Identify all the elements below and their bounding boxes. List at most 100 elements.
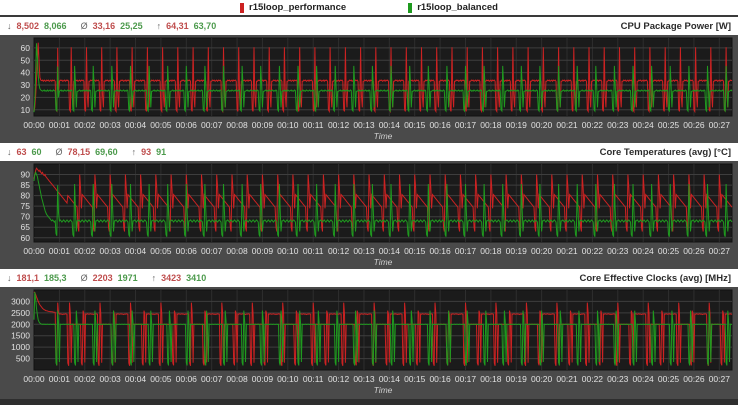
svg-text:10: 10	[21, 105, 31, 115]
svg-text:00:27: 00:27	[709, 246, 731, 256]
svg-text:85: 85	[21, 180, 31, 190]
avg-balanced-value: 25,25	[120, 21, 143, 31]
plot-area	[33, 37, 733, 117]
svg-text:00:07: 00:07	[201, 246, 223, 256]
svg-text:00:25: 00:25	[658, 374, 680, 384]
svg-text:65: 65	[21, 222, 31, 232]
stats-row-cpu-power: ↓ 8,502 8,066 Ø 33,16 25,25 ↑ 64,31 63,7…	[0, 17, 738, 35]
cpu-package-power-chart: 10203040506000:00 00:01 00:02 00:03 00:04 00:…	[21, 37, 733, 141]
min-performance-value: 8,502	[16, 21, 40, 31]
svg-text:1000: 1000	[11, 342, 30, 352]
svg-text:00:17: 00:17	[455, 374, 477, 384]
balanced-series-marker	[408, 2, 413, 13]
svg-text:00:25: 00:25	[658, 120, 680, 130]
x-axis-label: Time	[374, 385, 393, 395]
min-performance-value: 63	[16, 147, 27, 157]
svg-text:00:04: 00:04	[125, 246, 147, 256]
svg-text:00:02: 00:02	[74, 374, 96, 384]
svg-text:00:24: 00:24	[633, 120, 655, 130]
svg-text:00:14: 00:14	[379, 120, 401, 130]
avg-icon: Ø	[55, 147, 63, 157]
svg-text:1500: 1500	[11, 331, 30, 341]
svg-text:00:16: 00:16	[429, 374, 451, 384]
svg-text:00:01: 00:01	[49, 120, 71, 130]
svg-text:00:21: 00:21	[556, 246, 578, 256]
svg-text:00:24: 00:24	[633, 374, 655, 384]
svg-text:40: 40	[21, 68, 31, 78]
plot-area	[33, 289, 733, 371]
svg-text:60: 60	[21, 43, 31, 53]
svg-text:00:18: 00:18	[480, 246, 502, 256]
svg-text:00:21: 00:21	[556, 374, 578, 384]
chart-title-cpu-power: CPU Package Power [W]	[620, 20, 731, 32]
y-axis-tick-labels: 60657075808590	[21, 170, 31, 243]
svg-text:00:12: 00:12	[328, 246, 350, 256]
svg-text:00:05: 00:05	[150, 120, 172, 130]
chart-panel-core-clocks: 500 1000 1500 2000 2500 3000 00:00 00:01 00:02 00…	[0, 287, 738, 399]
avg-balanced-value: 1971	[117, 273, 138, 283]
legend-item-performance[interactable]: r15loop_performance	[240, 2, 346, 13]
stats-row-core-temps: ↓ 63 60 Ø 78,15 69,60 ↑ 93 91 Core Tempe…	[0, 143, 738, 161]
min-balanced-value: 185,3	[44, 273, 67, 283]
svg-text:00:03: 00:03	[100, 374, 122, 384]
window-edge	[0, 399, 738, 405]
svg-text:00:11: 00:11	[303, 120, 324, 130]
y-axis-tick-labels: 500 10001500 20002500 3000	[11, 296, 30, 363]
svg-text:00:10: 00:10	[277, 246, 299, 256]
chart-panel-cpu-power: 10 20 30 40 50 60 00:00 00:01 00:02 00:03 00:04 00:…	[0, 35, 738, 143]
x-axis-tick-labels: 00:00 00:01 00:02 00:03 00:04 00:05 00:06 00:07…	[23, 246, 730, 256]
x-axis-tick-labels: 00:00 00:01 00:02 00:03 00:04 00:05 00:06 00:07…	[23, 374, 730, 384]
chart-section-cpu-power: ↓ 8,502 8,066 Ø 33,16 25,25 ↑ 64,31 63,7…	[0, 17, 738, 143]
svg-text:00:22: 00:22	[582, 374, 604, 384]
svg-text:00:16: 00:16	[429, 246, 451, 256]
min-performance-value: 181,1	[16, 273, 40, 283]
x-axis-tick-labels: 00:00 00:01 00:02 00:03 00:04 00:05 00:06 00:07…	[23, 120, 730, 130]
svg-text:30: 30	[21, 80, 31, 90]
max-balanced-value: 3410	[186, 273, 207, 283]
svg-text:00:27: 00:27	[709, 374, 731, 384]
svg-text:00:20: 00:20	[531, 246, 553, 256]
svg-text:00:06: 00:06	[176, 246, 198, 256]
svg-text:00:14: 00:14	[379, 246, 401, 256]
svg-text:90: 90	[21, 170, 31, 180]
chart-title-core-temps: Core Temperatures (avg) [°C]	[599, 146, 731, 158]
min-balanced-value: 60	[31, 147, 42, 157]
svg-text:75: 75	[21, 201, 31, 211]
legend-label-performance: r15loop_performance	[249, 2, 347, 13]
svg-text:00:05: 00:05	[150, 374, 172, 384]
legend-item-balanced[interactable]: r15loop_balanced	[408, 2, 498, 13]
svg-text:00:23: 00:23	[607, 120, 629, 130]
svg-text:00:00: 00:00	[23, 246, 45, 256]
svg-text:00:19: 00:19	[506, 120, 528, 130]
svg-text:00:02: 00:02	[74, 120, 96, 130]
svg-text:00:01: 00:01	[49, 374, 71, 384]
svg-text:00:04: 00:04	[125, 120, 147, 130]
min-icon: ↓	[7, 21, 12, 31]
svg-text:00:09: 00:09	[252, 374, 274, 384]
svg-text:00:08: 00:08	[226, 246, 248, 256]
core-effective-clocks-chart: 5001000150020002500300000:00 00:01 00:02 00…	[11, 289, 733, 395]
svg-text:00:18: 00:18	[480, 374, 502, 384]
chart-title-core-clocks: Core Effective Clocks (avg) [MHz]	[579, 272, 731, 284]
svg-text:00:22: 00:22	[582, 246, 604, 256]
svg-text:00:13: 00:13	[353, 120, 375, 130]
max-performance-value: 93	[141, 147, 152, 157]
svg-text:00:16: 00:16	[429, 120, 451, 130]
svg-text:00:09: 00:09	[252, 246, 274, 256]
svg-text:00:14: 00:14	[379, 374, 401, 384]
svg-text:00:10: 00:10	[277, 120, 299, 130]
svg-text:2000: 2000	[11, 319, 30, 329]
svg-text:00:13: 00:13	[353, 246, 375, 256]
performance-series-marker	[240, 2, 245, 13]
svg-text:00:26: 00:26	[683, 120, 705, 130]
avg-icon: Ø	[80, 273, 88, 283]
svg-text:00:20: 00:20	[531, 120, 553, 130]
svg-text:00:11: 00:11	[303, 374, 324, 384]
svg-text:00:10: 00:10	[277, 374, 299, 384]
svg-text:00:20: 00:20	[531, 374, 553, 384]
svg-text:00:26: 00:26	[683, 374, 705, 384]
svg-text:500: 500	[16, 354, 30, 364]
chart-panel-core-temps: 60 65 70 75 80 85 90 00:00 00:01 00:02 00:03 00:04 0…	[0, 161, 738, 269]
stats-row-core-clocks: ↓ 181,1 185,3 Ø 2203 1971 ↑ 3423 3410 Co…	[0, 269, 738, 287]
max-balanced-value: 91	[156, 147, 167, 157]
